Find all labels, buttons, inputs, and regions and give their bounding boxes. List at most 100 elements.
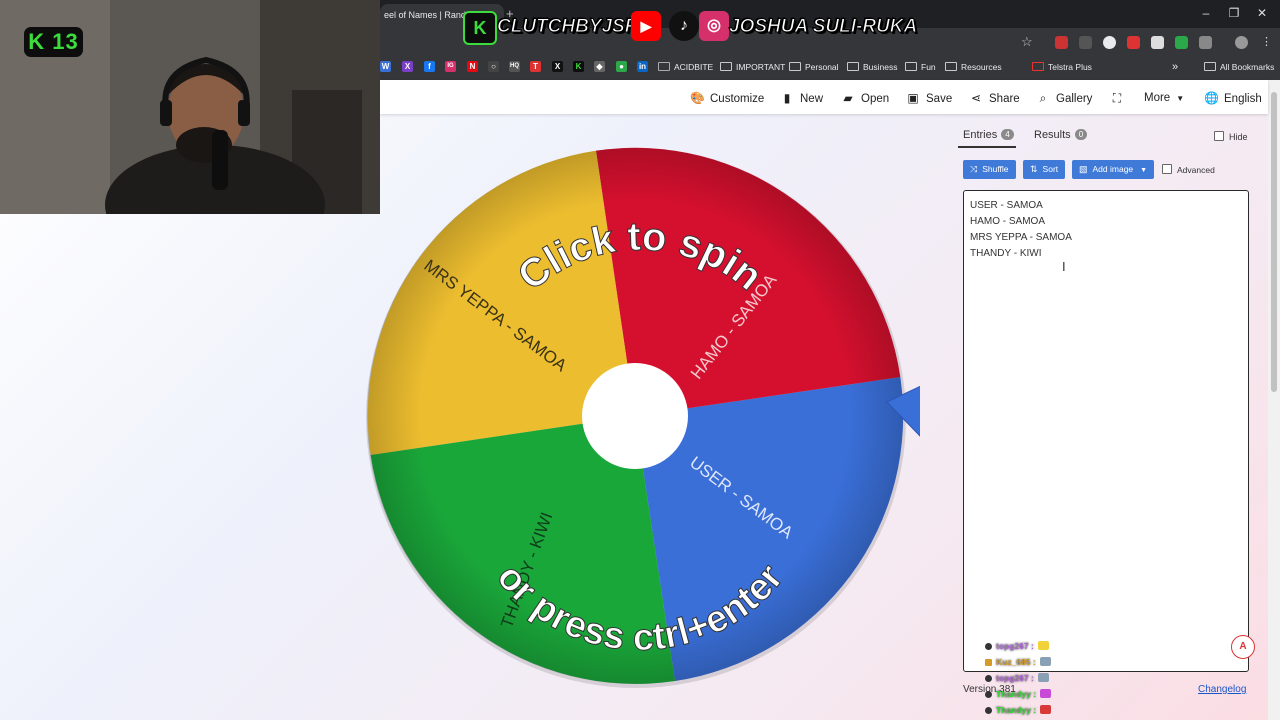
bookmark-favicon-icon[interactable]: ◆ (594, 61, 605, 72)
wheel-center-hub[interactable] (582, 363, 688, 469)
gallery-button[interactable]: ⌕ Gallery (1036, 90, 1093, 106)
bookmark-favicon-icon[interactable]: ○ (488, 61, 499, 72)
bookmark-folder-resources[interactable]: Resources (945, 60, 1002, 74)
bookmark-folder-personal[interactable]: Personal (789, 60, 839, 74)
bookmark-label: Fun (921, 62, 936, 72)
bookmark-favicon-icon[interactable]: IG (445, 61, 456, 72)
floppy-disk-icon: ▣ (907, 91, 919, 105)
bookmark-favicon-icon[interactable]: X (552, 61, 563, 72)
bookmark-folder-business[interactable]: Business (847, 60, 898, 74)
app-toolbar (380, 80, 1268, 114)
chat-badge-icon (985, 675, 992, 682)
minimize-button[interactable]: – (1196, 6, 1216, 20)
chat-message: Thandyy : (985, 705, 1052, 715)
extension-icon[interactable] (1103, 36, 1116, 49)
restore-button[interactable]: ❐ (1224, 6, 1244, 20)
share-label: Share (989, 93, 1020, 105)
telstra-icon (1032, 62, 1044, 71)
fullscreen-button[interactable]: ⛶ (1110, 90, 1130, 106)
new-label: New (800, 93, 824, 105)
chat-username: topg267 : (996, 641, 1034, 651)
sort-icon: ⇅ (1030, 164, 1038, 174)
display-name: JOSHUA SULI-RUKA (728, 16, 918, 38)
bookmark-favicon-icon[interactable]: ● (616, 61, 627, 72)
file-icon: ▮ (783, 91, 791, 105)
changelog-link[interactable]: Changelog (1198, 684, 1246, 695)
bookmark-favicon-icon[interactable]: T (530, 61, 541, 72)
extensions-puzzle-icon[interactable] (1199, 36, 1212, 49)
youtube-icon: ▶ (631, 11, 661, 41)
advanced-checkbox[interactable]: Advanced (1162, 164, 1215, 175)
bookmark-telstra-plus[interactable]: Telstra Plus (1032, 60, 1092, 74)
tab-entries[interactable]: Entries 4 (963, 129, 1014, 141)
bookmark-favicon-icon[interactable]: f (424, 61, 435, 72)
gallery-label: Gallery (1056, 93, 1093, 105)
instagram-icon: ◎ (699, 11, 729, 41)
tab-results[interactable]: Results 0 (1034, 129, 1088, 141)
bookmark-favicon-icon[interactable]: HQ (509, 61, 520, 72)
bookmark-favicon-icon[interactable]: X (402, 61, 413, 72)
all-bookmarks-button[interactable]: All Bookmarks (1204, 60, 1274, 74)
language-select[interactable]: 🌐 English (1204, 90, 1262, 106)
close-window-button[interactable]: ✕ (1252, 6, 1272, 20)
extension-icon[interactable] (1079, 36, 1092, 49)
emote-icon (1037, 641, 1049, 650)
sort-button[interactable]: ⇅ Sort (1023, 160, 1066, 179)
entries-textarea[interactable] (963, 190, 1249, 672)
checkbox-icon (1214, 131, 1224, 141)
tab-results-label: Results (1034, 129, 1071, 141)
pdf-extension-icon[interactable] (1127, 36, 1140, 49)
caret-down-icon: ▼ (1176, 94, 1185, 103)
bookmark-label: Resources (961, 62, 1002, 72)
entry-line: THANDY - KIWI (970, 248, 1042, 259)
bookmark-acidbite[interactable]: ACIDBITE (658, 60, 713, 74)
adblock-extension-icon[interactable] (1055, 36, 1068, 49)
folder-icon (789, 62, 801, 71)
shuffle-button[interactable]: ⤨ Shuffle (963, 160, 1016, 179)
entry-line: HAMO - SAMOA (970, 216, 1046, 227)
emote-icon (1037, 673, 1049, 682)
bookmark-folder-important[interactable]: IMPORTANT (720, 60, 785, 74)
tab-entries-label: Entries (963, 129, 998, 141)
hide-checkbox[interactable]: Hide (1214, 131, 1248, 142)
sort-label: Sort (1042, 164, 1059, 174)
bookmark-favicon-icon[interactable]: K (573, 61, 584, 72)
advanced-label: Advanced (1177, 165, 1215, 175)
emote-icon (1039, 657, 1051, 666)
browser-menu-icon[interactable]: ⋮ (1260, 36, 1273, 49)
open-label: Open (861, 93, 890, 105)
customize-button[interactable]: 🎨 Customize (690, 90, 764, 106)
spin-wheel[interactable]: USER - SAMOA HAMO - SAMOA MRS YEPPA - SA… (360, 140, 920, 700)
bookmark-favicon-icon[interactable]: W (380, 61, 391, 72)
emote-icon (1040, 689, 1052, 698)
level-badge: K 13 (24, 27, 83, 57)
hide-label: Hide (1229, 132, 1248, 142)
profile-avatar[interactable] (1235, 36, 1248, 49)
chat-badge-icon (985, 691, 992, 698)
channel-name: CLUTCHBYJSR (496, 16, 639, 38)
save-button[interactable]: ▣ Save (906, 90, 952, 106)
language-label: English (1224, 93, 1262, 105)
new-button[interactable]: ▮ New (780, 90, 823, 106)
bookmark-favicon-icon[interactable]: N (467, 61, 478, 72)
caret-down-icon: ▼ (1140, 167, 1148, 174)
folder-icon (720, 62, 732, 71)
share-button[interactable]: ⋖ Share (969, 90, 1020, 106)
open-button[interactable]: ▰ Open (841, 90, 889, 106)
more-menu-button[interactable]: More ▼ (1144, 90, 1184, 106)
extension-icon[interactable] (1175, 36, 1188, 49)
customize-label: Customize (710, 93, 765, 105)
pdf-icon[interactable]: A (1231, 635, 1255, 659)
bookmark-favicon-icon[interactable]: in (637, 61, 648, 72)
bookmark-star-icon[interactable]: ☆ (1021, 34, 1033, 50)
page-scrollbar-thumb[interactable] (1271, 92, 1277, 392)
add-image-button[interactable]: ▧ Add image ▼ (1072, 160, 1155, 179)
globe-icon: 🌐 (1204, 91, 1219, 105)
bookmark-label: Business (863, 62, 898, 72)
bookmark-label: Telstra Plus (1048, 62, 1092, 72)
extension-icon[interactable] (1151, 36, 1164, 49)
bookmarks-overflow-button[interactable]: » (1172, 60, 1178, 74)
chat-message: topg267 : (985, 673, 1049, 683)
folder-open-icon: ▰ (843, 91, 853, 105)
bookmark-folder-fun[interactable]: Fun (905, 60, 936, 74)
